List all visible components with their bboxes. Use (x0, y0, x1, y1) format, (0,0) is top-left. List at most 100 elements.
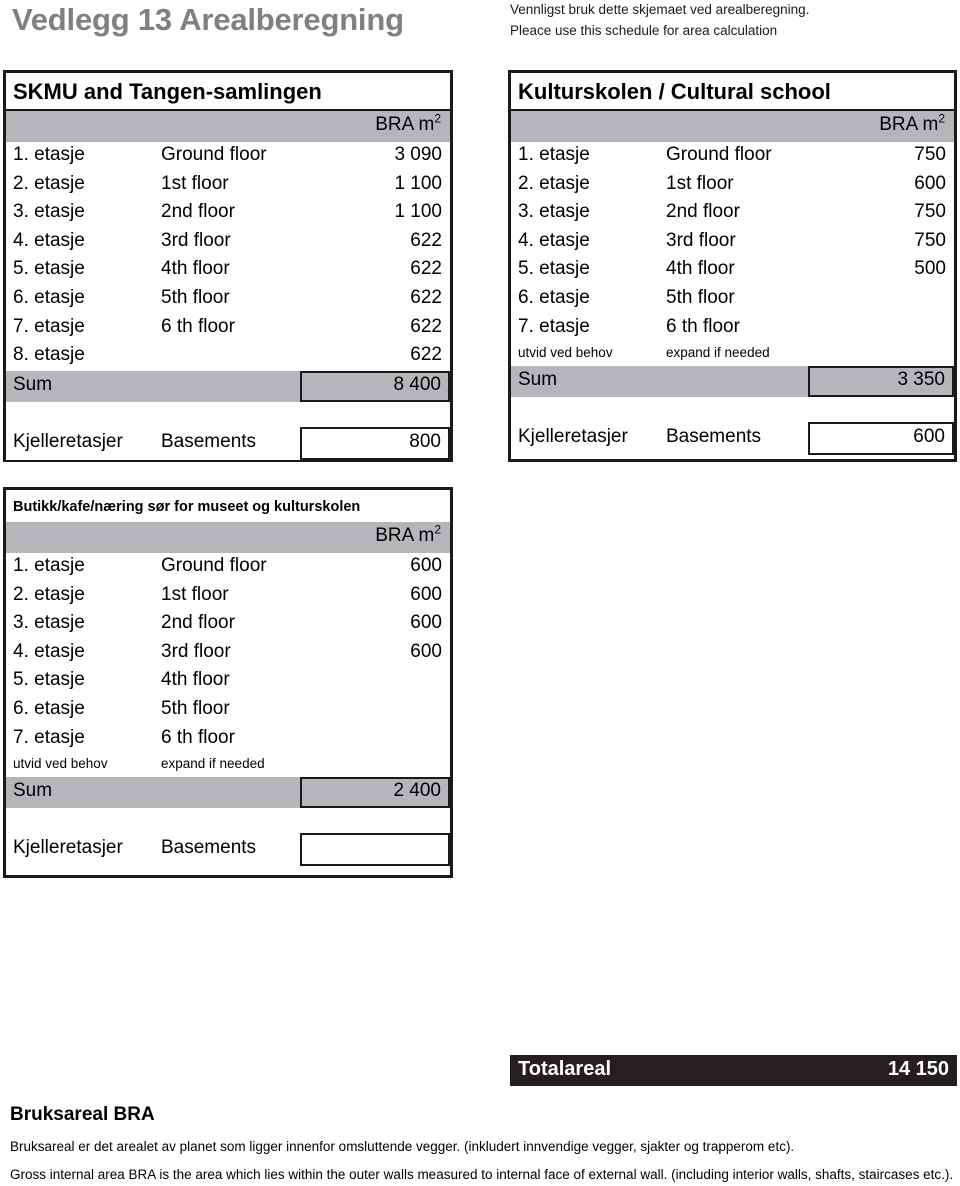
row-label-no: 7. etasje (13, 315, 85, 337)
total-area-value: 14 150 (887, 1058, 949, 1080)
table-kulturskolen: Kulturskolen / Cultural school BRA m2 1.… (508, 70, 957, 462)
expand-note-row: utvid ved behov expand if needed (511, 342, 954, 366)
spacer-row (6, 401, 450, 427)
footer-definition-no: Bruksareal er det arealet av planet som … (10, 1139, 795, 1154)
basement-label-no: Kjelleretasjer (13, 430, 123, 452)
table-butikk-kafe-basement-row: Kjelleretasjer Basements (6, 833, 450, 867)
sum-label: Sum (13, 373, 53, 395)
row-label-no: 1. etasje (518, 144, 590, 165)
table-row: 8. etasje 622 (6, 342, 450, 371)
table-row: 5. etasje 4th floor 622 (6, 256, 450, 285)
table-row: 4. etasje 3rd floor 750 (511, 228, 954, 257)
basement-label-en: Basements (666, 426, 762, 448)
row-value: 600 (410, 640, 442, 662)
table-row: 1. etasje Ground floor 3 090 (6, 142, 450, 171)
expand-note-row: utvid ved behov expand if needed (6, 753, 450, 777)
row-value: 622 (410, 258, 442, 280)
note-english: Pleace use this schedule for area calcul… (510, 23, 778, 38)
row-label-no: 2. etasje (13, 172, 85, 194)
footer-definition-en: Gross internal area BRA is the area whic… (10, 1167, 954, 1182)
basement-label-no: Kjelleretasjer (13, 837, 123, 859)
row-label-en: Ground floor (161, 144, 267, 165)
sum-value-cell[interactable]: 8 400 (300, 370, 450, 402)
row-value: 750 (914, 144, 946, 165)
row-label-no: 5. etasje (13, 258, 85, 280)
expand-note-en: expand if needed (666, 345, 770, 361)
table-butikk-kafe-sum-row: Sum 2 400 (6, 777, 450, 809)
basement-value: 800 (409, 430, 441, 452)
bra-unit-label: BRA m2 (375, 111, 441, 135)
row-label-en: 3rd floor (161, 640, 231, 662)
basement-label-en: Basements (161, 837, 257, 859)
row-label-en: 2nd floor (666, 201, 740, 223)
row-value: 3 090 (394, 144, 442, 165)
bra-unit-label: BRA m2 (879, 111, 945, 135)
table-row: 1. etasje Ground floor 600 (6, 553, 450, 582)
basement-label-en: Basements (161, 430, 257, 452)
row-label-en: 3rd floor (666, 229, 736, 251)
row-label-no: 7. etasje (13, 726, 85, 748)
row-label-en: 6 th floor (666, 315, 740, 337)
table-row: 4. etasje 3rd floor 622 (6, 228, 450, 257)
page-title: Vedlegg 13 Arealberegning (12, 2, 404, 37)
row-label-en: 6 th floor (161, 726, 235, 748)
expand-note-no: utvid ved behov (13, 756, 108, 772)
row-label-en: 5th floor (161, 697, 230, 719)
row-value: 750 (914, 229, 946, 251)
sum-value: 3 350 (897, 369, 945, 391)
table-row: 6. etasje 5th floor (6, 696, 450, 725)
table-row: 7. etasje 6 th floor (6, 725, 450, 754)
table-kulturskolen-basement-row: Kjelleretasjer Basements 600 (511, 422, 954, 456)
row-value: 600 (410, 583, 442, 605)
expand-note-en: expand if needed (161, 756, 265, 772)
row-label-en: Ground floor (666, 144, 772, 165)
row-value: 750 (914, 201, 946, 223)
total-area-label: Totalareal (518, 1058, 611, 1080)
row-label-en: 6 th floor (161, 315, 235, 337)
basement-label-no: Kjelleretasjer (518, 426, 628, 448)
row-value: 622 (410, 315, 442, 337)
row-label-no: 2. etasje (518, 172, 590, 194)
row-label-no: 5. etasje (518, 258, 590, 280)
table-row: 7. etasje 6 th floor 622 (6, 314, 450, 343)
row-value: 600 (410, 555, 442, 576)
spacer-row (6, 808, 450, 834)
row-label-no: 8. etasje (13, 344, 85, 366)
row-label-no: 1. etasje (13, 555, 85, 576)
table-skmu-basement-row: Kjelleretasjer Basements 800 (6, 426, 450, 460)
basement-value-cell[interactable]: 600 (808, 422, 954, 456)
table-row: 4. etasje 3rd floor 600 (6, 639, 450, 668)
footer-heading: Bruksareal BRA (10, 1104, 155, 1125)
row-label-no: 3. etasje (13, 612, 85, 634)
sum-value-cell[interactable]: 3 350 (808, 366, 954, 398)
row-label-no: 4. etasje (13, 229, 85, 251)
row-label-no: 6. etasje (13, 697, 85, 719)
note-norwegian: Vennligst bruk dette skjemaet ved arealb… (510, 2, 810, 17)
basement-value-cell[interactable] (300, 833, 450, 867)
spacer-row (511, 397, 954, 423)
table-kulturskolen-title: Kulturskolen / Cultural school (511, 73, 954, 111)
row-value: 600 (410, 612, 442, 634)
sum-value-cell[interactable]: 2 400 (300, 777, 450, 809)
table-row: 3. etasje 2nd floor 600 (6, 610, 450, 639)
basement-value: 600 (913, 426, 945, 448)
table-row: 6. etasje 5th floor 622 (6, 285, 450, 314)
sum-label: Sum (518, 369, 558, 391)
bra-unit-label: BRA m2 (375, 522, 441, 546)
sum-value: 2 400 (393, 780, 441, 802)
row-label-en: 5th floor (666, 286, 735, 308)
sum-value: 8 400 (393, 373, 441, 395)
table-butikk-kafe: Butikk/kafe/næring sør for museet og kul… (3, 487, 453, 878)
row-value: 622 (410, 229, 442, 251)
row-label-no: 4. etasje (518, 229, 590, 251)
row-value: 1 100 (394, 172, 442, 194)
row-label-no: 3. etasje (518, 201, 590, 223)
row-label-no: 2. etasje (13, 583, 85, 605)
table-skmu-title: SKMU and Tangen-samlingen (6, 73, 450, 111)
table-row: 2. etasje 1st floor 600 (6, 582, 450, 611)
table-butikk-kafe-header-band: BRA m2 (6, 522, 450, 553)
row-label-en: 4th floor (666, 258, 735, 280)
table-kulturskolen-sum-row: Sum 3 350 (511, 366, 954, 398)
basement-value-cell[interactable]: 800 (300, 426, 450, 460)
table-skmu-header-band: BRA m2 (6, 111, 450, 142)
